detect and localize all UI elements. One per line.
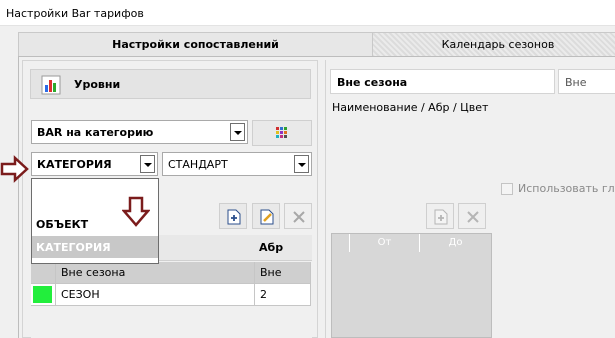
table-row-name[interactable]: Вне сезона (56, 262, 255, 284)
bar-mode-select[interactable]: BAR на категорию (31, 120, 248, 144)
period-add-button[interactable] (426, 203, 454, 229)
table-row-abbr[interactable]: Вне (255, 262, 311, 284)
edit-button[interactable] (252, 203, 280, 229)
header-abbr: Абр (259, 241, 284, 254)
settings-window: Настройки Bar тарифов Календарь сезонов … (0, 0, 615, 338)
chevron-down-icon[interactable] (294, 155, 309, 173)
plan-select[interactable]: СТАНДАРТ (162, 152, 312, 176)
arrow-right-icon (0, 155, 29, 183)
palette-button[interactable] (252, 120, 312, 146)
add-document-icon (434, 209, 448, 225)
periods-grid: От До (331, 233, 492, 338)
window-title: Настройки Bar тарифов (6, 7, 144, 20)
tab-strip: Календарь сезонов Настройки сопоставлени… (18, 32, 615, 56)
use-checkbox-label: Использовать глу (518, 182, 615, 195)
plan-value: СТАНДАРТ (168, 158, 228, 171)
table-row-abbr[interactable]: 2 (255, 284, 311, 306)
edit-document-icon (260, 209, 274, 225)
fields-caption: Наименование / Абр / Цвет (332, 101, 489, 114)
delete-x-icon (293, 211, 305, 223)
delete-button[interactable] (284, 203, 312, 229)
tab-mapping-settings[interactable]: Настройки сопоставлений (18, 32, 373, 56)
arrow-down-icon (122, 196, 150, 227)
add-document-icon (227, 209, 241, 225)
object-type-select[interactable]: КАТЕГОРИЯ (31, 152, 158, 176)
use-checkbox[interactable] (501, 183, 513, 195)
chevron-down-icon[interactable] (140, 155, 155, 173)
color-grid-icon (276, 127, 287, 138)
bar-mode-value: BAR на категорию (37, 126, 154, 139)
table-row-name[interactable]: СЕЗОН (56, 284, 255, 306)
color-swatch (33, 286, 52, 303)
period-delete-button[interactable] (458, 203, 486, 229)
bar-chart-icon (41, 75, 61, 95)
chevron-down-icon[interactable] (230, 123, 245, 141)
tab-season-calendar[interactable]: Календарь сезонов (368, 32, 615, 56)
add-button[interactable] (219, 203, 247, 229)
title-bar: Настройки Bar тарифов (0, 0, 615, 26)
periods-header-to: До (420, 234, 491, 252)
periods-header-from: От (350, 234, 420, 252)
season-name-input[interactable]: Вне сезона (330, 69, 555, 94)
dropdown-option-category[interactable]: КАТЕГОРИЯ (32, 236, 158, 258)
season-abbr-input[interactable]: Вне (558, 69, 615, 94)
row-color-cell[interactable] (31, 262, 56, 284)
levels-button[interactable]: Уровни (30, 69, 311, 99)
delete-x-icon (467, 211, 479, 223)
row-color-cell[interactable] (31, 284, 56, 306)
object-type-value: КАТЕГОРИЯ (37, 158, 112, 171)
periods-header-indicator (332, 234, 350, 252)
levels-button-label: Уровни (74, 78, 121, 91)
